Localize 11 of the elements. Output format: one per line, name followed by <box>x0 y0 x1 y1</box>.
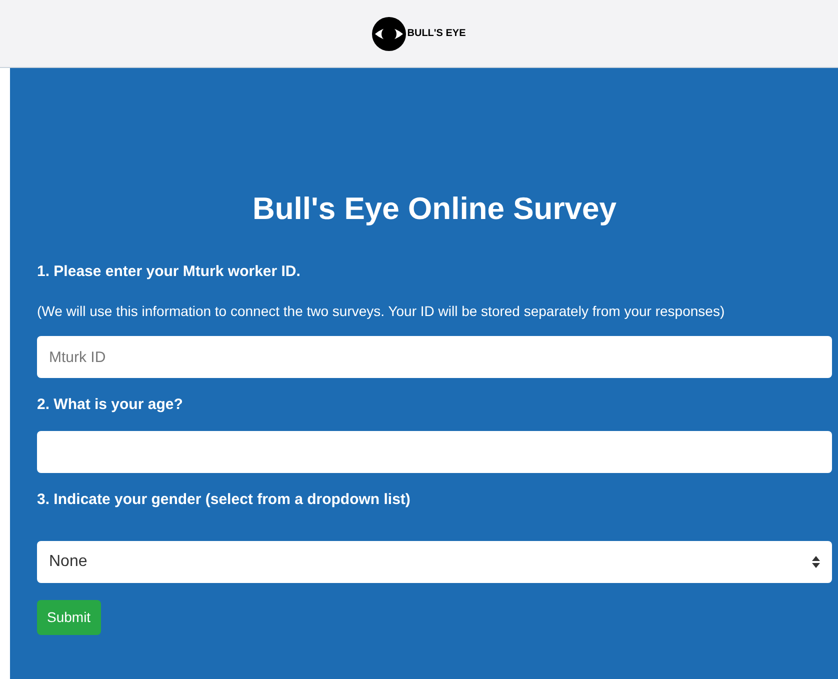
text-field[interactable]: Mturk ID <box>37 336 832 378</box>
logo-text: BULL'S EYE <box>407 27 466 41</box>
survey-title: Bull's Eye Online Survey <box>251 190 618 228</box>
eye-logo-icon <box>372 16 406 50</box>
gender-select[interactable]: None <box>37 541 832 583</box>
sort-arrows-icon <box>812 556 820 568</box>
text-field[interactable] <box>37 430 832 472</box>
question-note: (We will use this information to connect the two surveys. Your ID will be stored separately from your responses) <box>37 302 726 321</box>
question-label: 2. What is your age? <box>37 395 184 415</box>
question-label: 3. Indicate your gender (select from a dropdown list) <box>37 490 412 510</box>
question-label: 1. Please enter your Mturk worker ID. <box>37 262 302 282</box>
